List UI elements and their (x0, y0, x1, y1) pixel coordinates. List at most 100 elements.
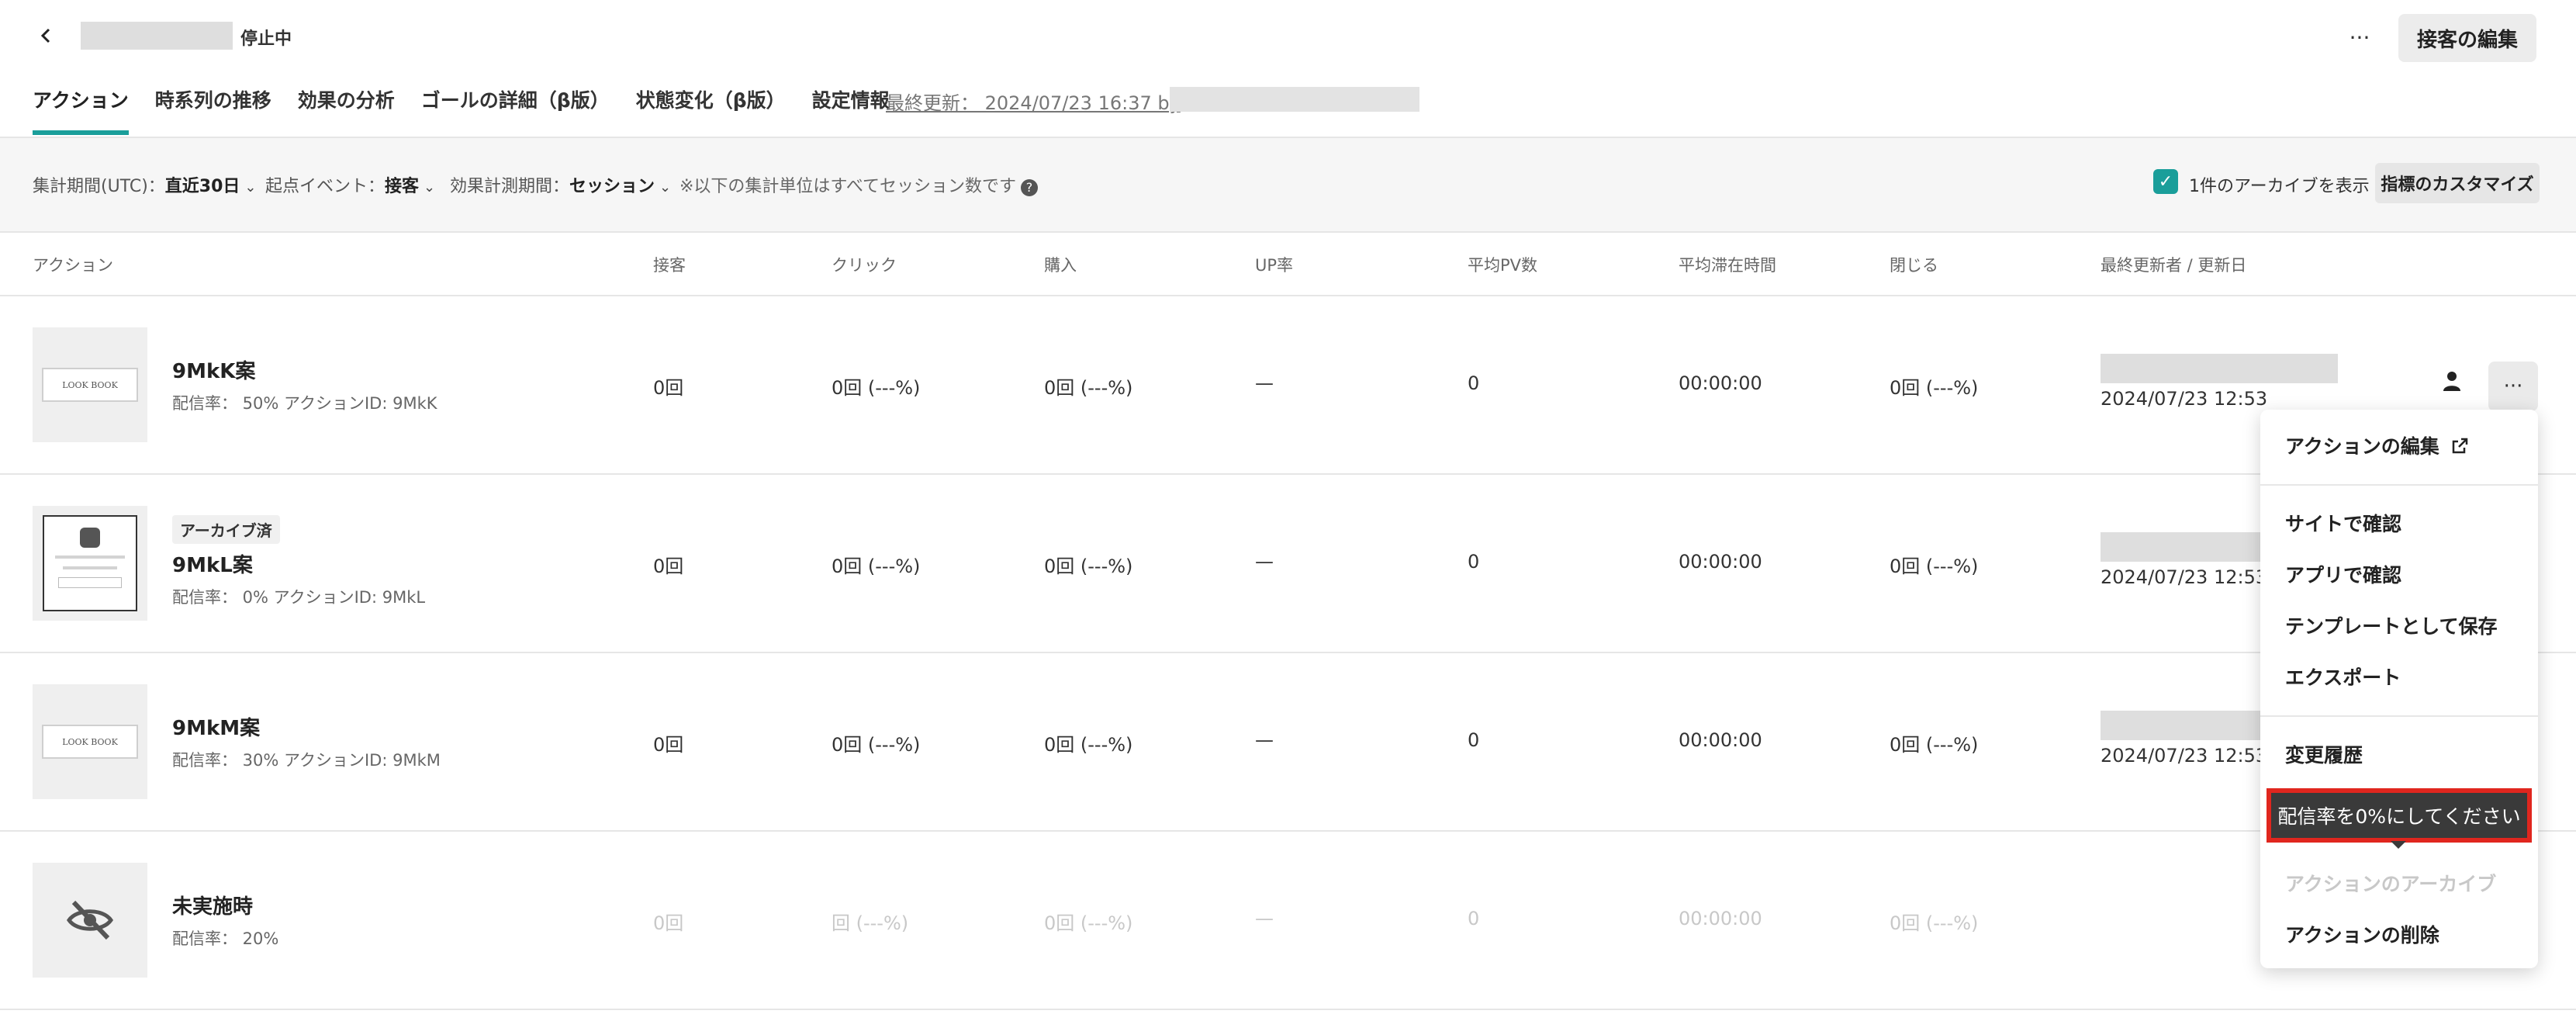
menu-item-check-app[interactable]: アプリで確認 (2285, 560, 2401, 588)
campaign-name-redacted (81, 22, 233, 50)
action-meta: 配信率： 0% アクションID: 9MkL (172, 588, 426, 607)
last-updated-link[interactable]: 最終更新： 2024/07/23 16:37 by (886, 88, 1181, 115)
col-avg-pv: 平均PV数 (1468, 256, 1538, 275)
action-name[interactable]: 未実施時 (172, 891, 253, 919)
click-count: 0回 (---%) (832, 734, 921, 756)
avg-pv: 0 (1468, 551, 1480, 573)
help-icon[interactable]: ? (1021, 179, 1039, 196)
tooltip-arrow (2391, 841, 2406, 849)
archive-tooltip: 配信率を0%にしてください (2267, 788, 2532, 843)
action-thumbnail: LOOK BOOK (33, 327, 147, 442)
purchase-count: 0回 (---%) (1044, 912, 1133, 934)
tab-timeseries[interactable]: 時系列の推移 (155, 85, 271, 135)
click-count: 0回 (---%) (832, 555, 921, 577)
table-header: アクション 接客 クリック 購入 UP率 平均PV数 平均滞在時間 閉じる 最終… (0, 233, 2576, 296)
action-thumbnail: LOOK BOOK (33, 684, 147, 799)
more-options-icon[interactable]: ··· (2343, 20, 2377, 54)
period-filter[interactable]: 集計期間(UTC)：直近30日 ⌄ (33, 172, 257, 197)
up-rate: — (1255, 551, 1274, 573)
col-purchase: 購入 (1044, 256, 1077, 275)
updated-date: 2024/07/23 12:53 (2101, 388, 2268, 410)
purchase-count: 0回 (---%) (1044, 555, 1133, 577)
serve-count: 0回 (653, 555, 684, 577)
edit-campaign-button[interactable]: 接客の編集 (2398, 14, 2536, 62)
up-rate: — (1255, 908, 1274, 929)
eye-off-icon (66, 900, 114, 940)
menu-item-history[interactable]: 変更履歴 (2285, 740, 2363, 768)
external-link-icon (2453, 438, 2468, 454)
avg-stay: 00:00:00 (1679, 551, 1762, 573)
action-meta: 配信率： 20% (172, 929, 279, 948)
action-meta: 配信率： 50% アクションID: 9MkK (172, 394, 437, 413)
updater-redacted (1170, 87, 1419, 112)
chevron-down-icon: ⌄ (244, 179, 257, 196)
customize-metrics-button[interactable]: 指標のカスタマイズ (2375, 163, 2540, 203)
unit-note: ※以下の集計単位はすべてセッション数です? (679, 172, 1039, 197)
menu-item-delete[interactable]: アクションの削除 (2285, 920, 2439, 948)
person-icon[interactable] (2440, 369, 2464, 393)
col-up-rate: UP率 (1255, 256, 1294, 275)
archived-badge: アーカイブ済 (172, 515, 280, 544)
purchase-count: 0回 (---%) (1044, 734, 1133, 756)
row-more-options-button[interactable]: ··· (2488, 362, 2538, 411)
tab-effect-analysis[interactable]: 効果の分析 (298, 85, 395, 135)
unit-note-text: ※以下の集計単位はすべてセッション数です (679, 177, 1017, 196)
col-serve: 接客 (653, 256, 686, 275)
tab-goal-detail[interactable]: ゴールの詳細（β版） (421, 85, 610, 135)
avg-pv: 0 (1468, 908, 1480, 929)
action-thumbnail (33, 506, 147, 621)
menu-item-save-template[interactable]: テンプレートとして保存 (2285, 611, 2498, 639)
col-avg-stay: 平均滞在時間 (1679, 256, 1776, 275)
lookbook-banner-image: LOOK BOOK (42, 368, 138, 402)
poster-badge (80, 528, 100, 548)
tab-bar: アクション 時系列の推移 効果の分析 ゴールの詳細（β版） 状態変化（β版） 設… (33, 85, 916, 135)
notice-poster-image (43, 515, 137, 611)
poster-line (63, 566, 117, 569)
col-close: 閉じる (1890, 256, 1938, 275)
menu-item-check-site[interactable]: サイトで確認 (2285, 509, 2401, 537)
menu-item-export[interactable]: エクスポート (2285, 663, 2401, 690)
back-icon[interactable] (31, 20, 62, 51)
action-name[interactable]: 9MkM案 (172, 712, 260, 741)
updater-redacted (2101, 354, 2338, 383)
col-action: アクション (33, 256, 113, 275)
chevron-down-icon: ⌄ (424, 179, 436, 196)
measure-filter[interactable]: 効果計測期間：セッション ⌄ (450, 172, 671, 197)
period-filter-label: 集計期間(UTC)： (33, 177, 165, 196)
action-meta: 配信率： 30% アクションID: 9MkM (172, 751, 441, 770)
table-row[interactable]: アーカイブ済 9MkL案 配信率： 0% アクションID: 9MkL 0回 0回… (0, 475, 2576, 653)
avg-pv: 0 (1468, 729, 1480, 751)
col-click: クリック (832, 256, 897, 275)
close-count: 0回 (---%) (1890, 734, 1979, 756)
purchase-count: 0回 (---%) (1044, 377, 1133, 399)
action-name[interactable]: 9MkL案 (172, 549, 253, 578)
close-count: 0回 (---%) (1890, 555, 1979, 577)
tab-action[interactable]: アクション (33, 85, 129, 135)
chevron-down-icon: ⌄ (659, 179, 672, 196)
row-actions-menu: アクションの編集 サイトで確認 アプリで確認 テンプレートとして保存 エクスポー… (2260, 410, 2538, 968)
event-filter-label: 起点イベント： (265, 177, 386, 196)
poster-button (58, 577, 122, 588)
event-filter[interactable]: 起点イベント：接客 ⌄ (265, 172, 435, 197)
updated-date: 2024/07/23 12:53 (2101, 745, 2268, 767)
avg-stay: 00:00:00 (1679, 372, 1762, 394)
measure-filter-value: セッション (569, 177, 655, 196)
action-thumbnail (33, 863, 147, 978)
table-row[interactable]: LOOK BOOK 9MkK案 配信率： 50% アクションID: 9MkK 0… (0, 296, 2576, 475)
event-filter-value: 接客 (385, 177, 420, 196)
measure-filter-label: 効果計測期間： (450, 177, 570, 196)
avg-pv: 0 (1468, 372, 1480, 394)
table-row[interactable]: LOOK BOOK 9MkM案 配信率： 30% アクションID: 9MkM 0… (0, 653, 2576, 832)
action-name[interactable]: 9MkK案 (172, 355, 255, 384)
archive-checkbox[interactable]: ✓ (2153, 169, 2178, 194)
tab-settings[interactable]: 設定情報 (812, 85, 890, 135)
table-row[interactable]: 未実施時 配信率： 20% 0回 回 (---%) 0回 (---%) — 0 … (0, 832, 2576, 1010)
period-filter-value: 直近30日 (164, 177, 240, 196)
menu-divider (2260, 715, 2538, 717)
filter-bar: 集計期間(UTC)：直近30日 ⌄ 起点イベント：接客 ⌄ 効果計測期間：セッション… (0, 138, 2576, 233)
menu-item-edit-action[interactable]: アクションの編集 (2285, 431, 2469, 459)
col-updated: 最終更新者 / 更新日 (2101, 256, 2247, 275)
avg-stay: 00:00:00 (1679, 908, 1762, 929)
tab-state-change[interactable]: 状態変化（β版） (636, 85, 786, 135)
serve-count: 0回 (653, 377, 684, 399)
